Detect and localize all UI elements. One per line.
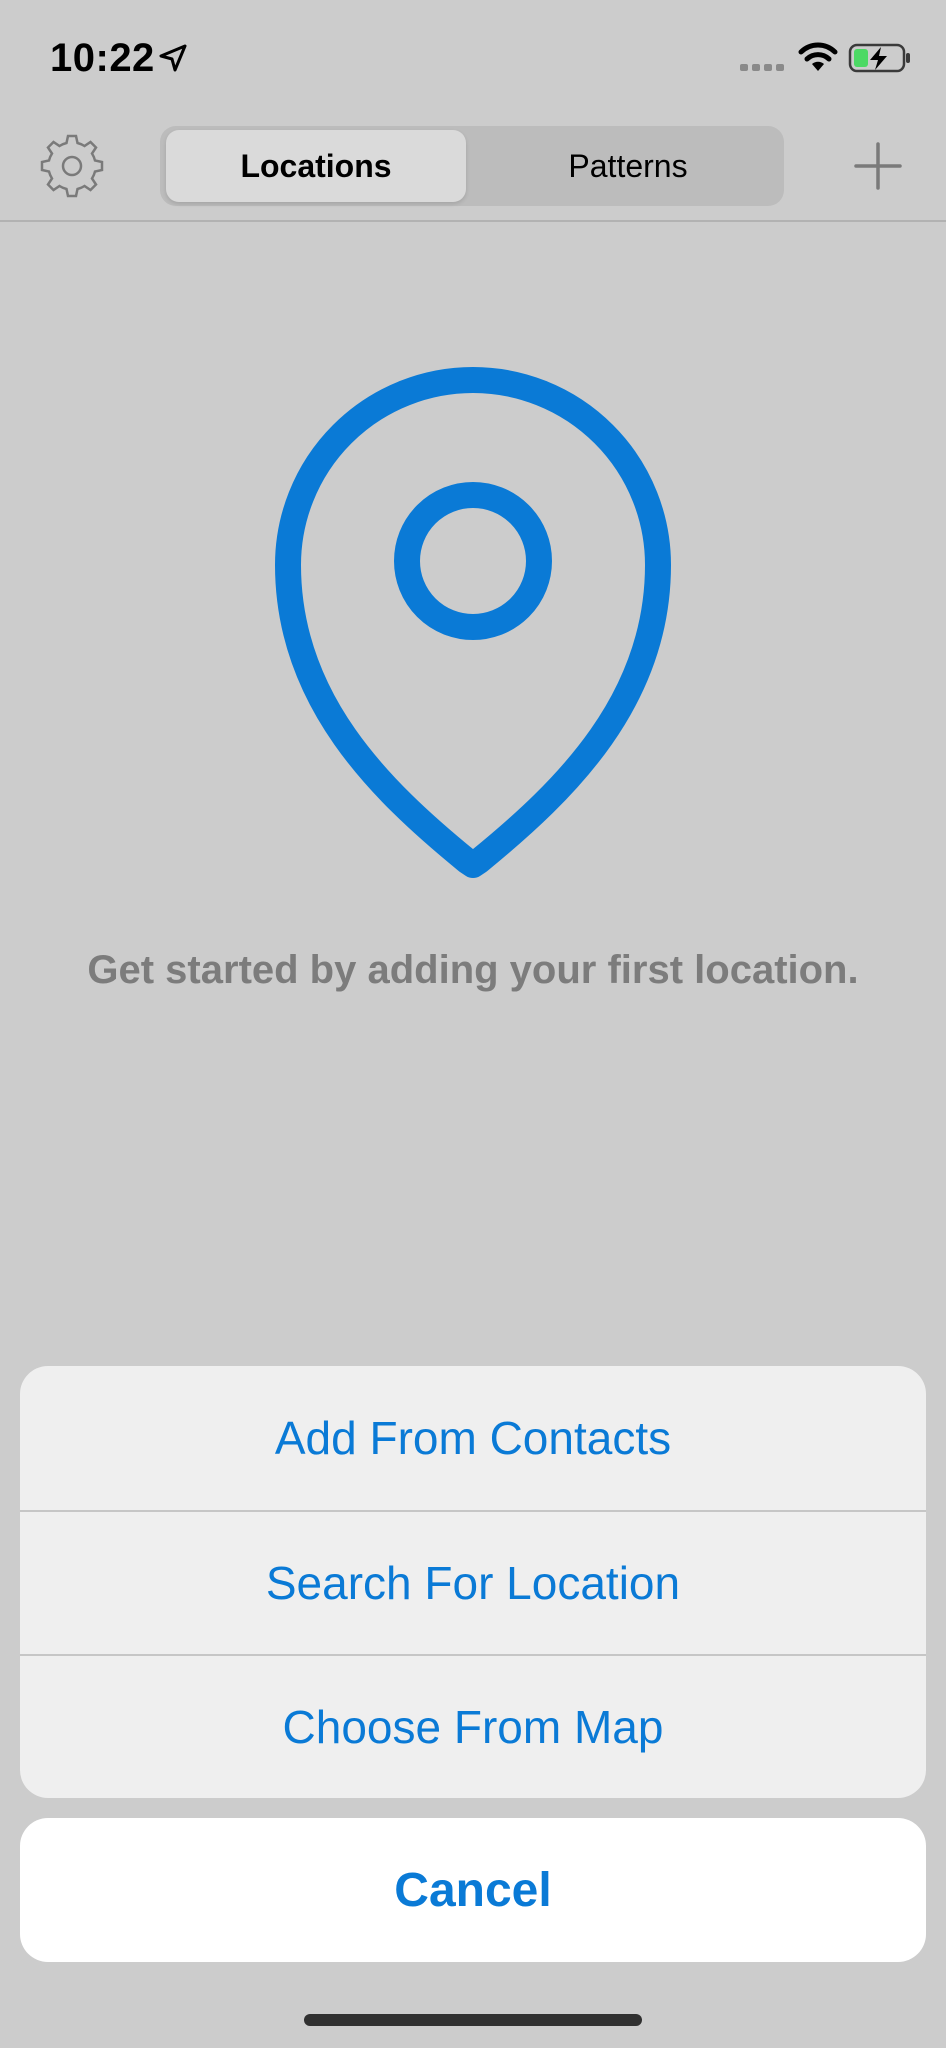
status-time: 10:22	[50, 36, 155, 80]
add-from-contacts-button[interactable]: Add From Contacts	[20, 1366, 926, 1510]
action-sheet: Add From Contacts Search For Location Ch…	[20, 1366, 926, 1798]
plus-icon	[854, 142, 902, 190]
cellular-signal-icon	[740, 64, 784, 71]
segmented-control: Locations Patterns	[160, 126, 784, 206]
gear-icon	[40, 134, 104, 198]
choose-from-map-button[interactable]: Choose From Map	[20, 1654, 926, 1798]
search-for-location-button[interactable]: Search For Location	[20, 1510, 926, 1654]
location-pin-icon	[275, 367, 671, 878]
home-indicator[interactable]	[304, 2014, 642, 2026]
add-button[interactable]	[852, 140, 904, 192]
settings-button[interactable]	[36, 130, 108, 202]
segment-locations[interactable]: Locations	[166, 130, 466, 202]
empty-state-message: Get started by adding your first locatio…	[87, 948, 859, 992]
cancel-button[interactable]: Cancel	[20, 1818, 926, 1962]
battery-charging-icon	[848, 43, 910, 73]
location-arrow-icon	[159, 44, 187, 72]
status-bar: 10:22	[0, 0, 946, 118]
wifi-icon	[798, 42, 838, 71]
navigation-bar: Locations Patterns	[0, 118, 946, 222]
segment-patterns[interactable]: Patterns	[478, 130, 778, 202]
